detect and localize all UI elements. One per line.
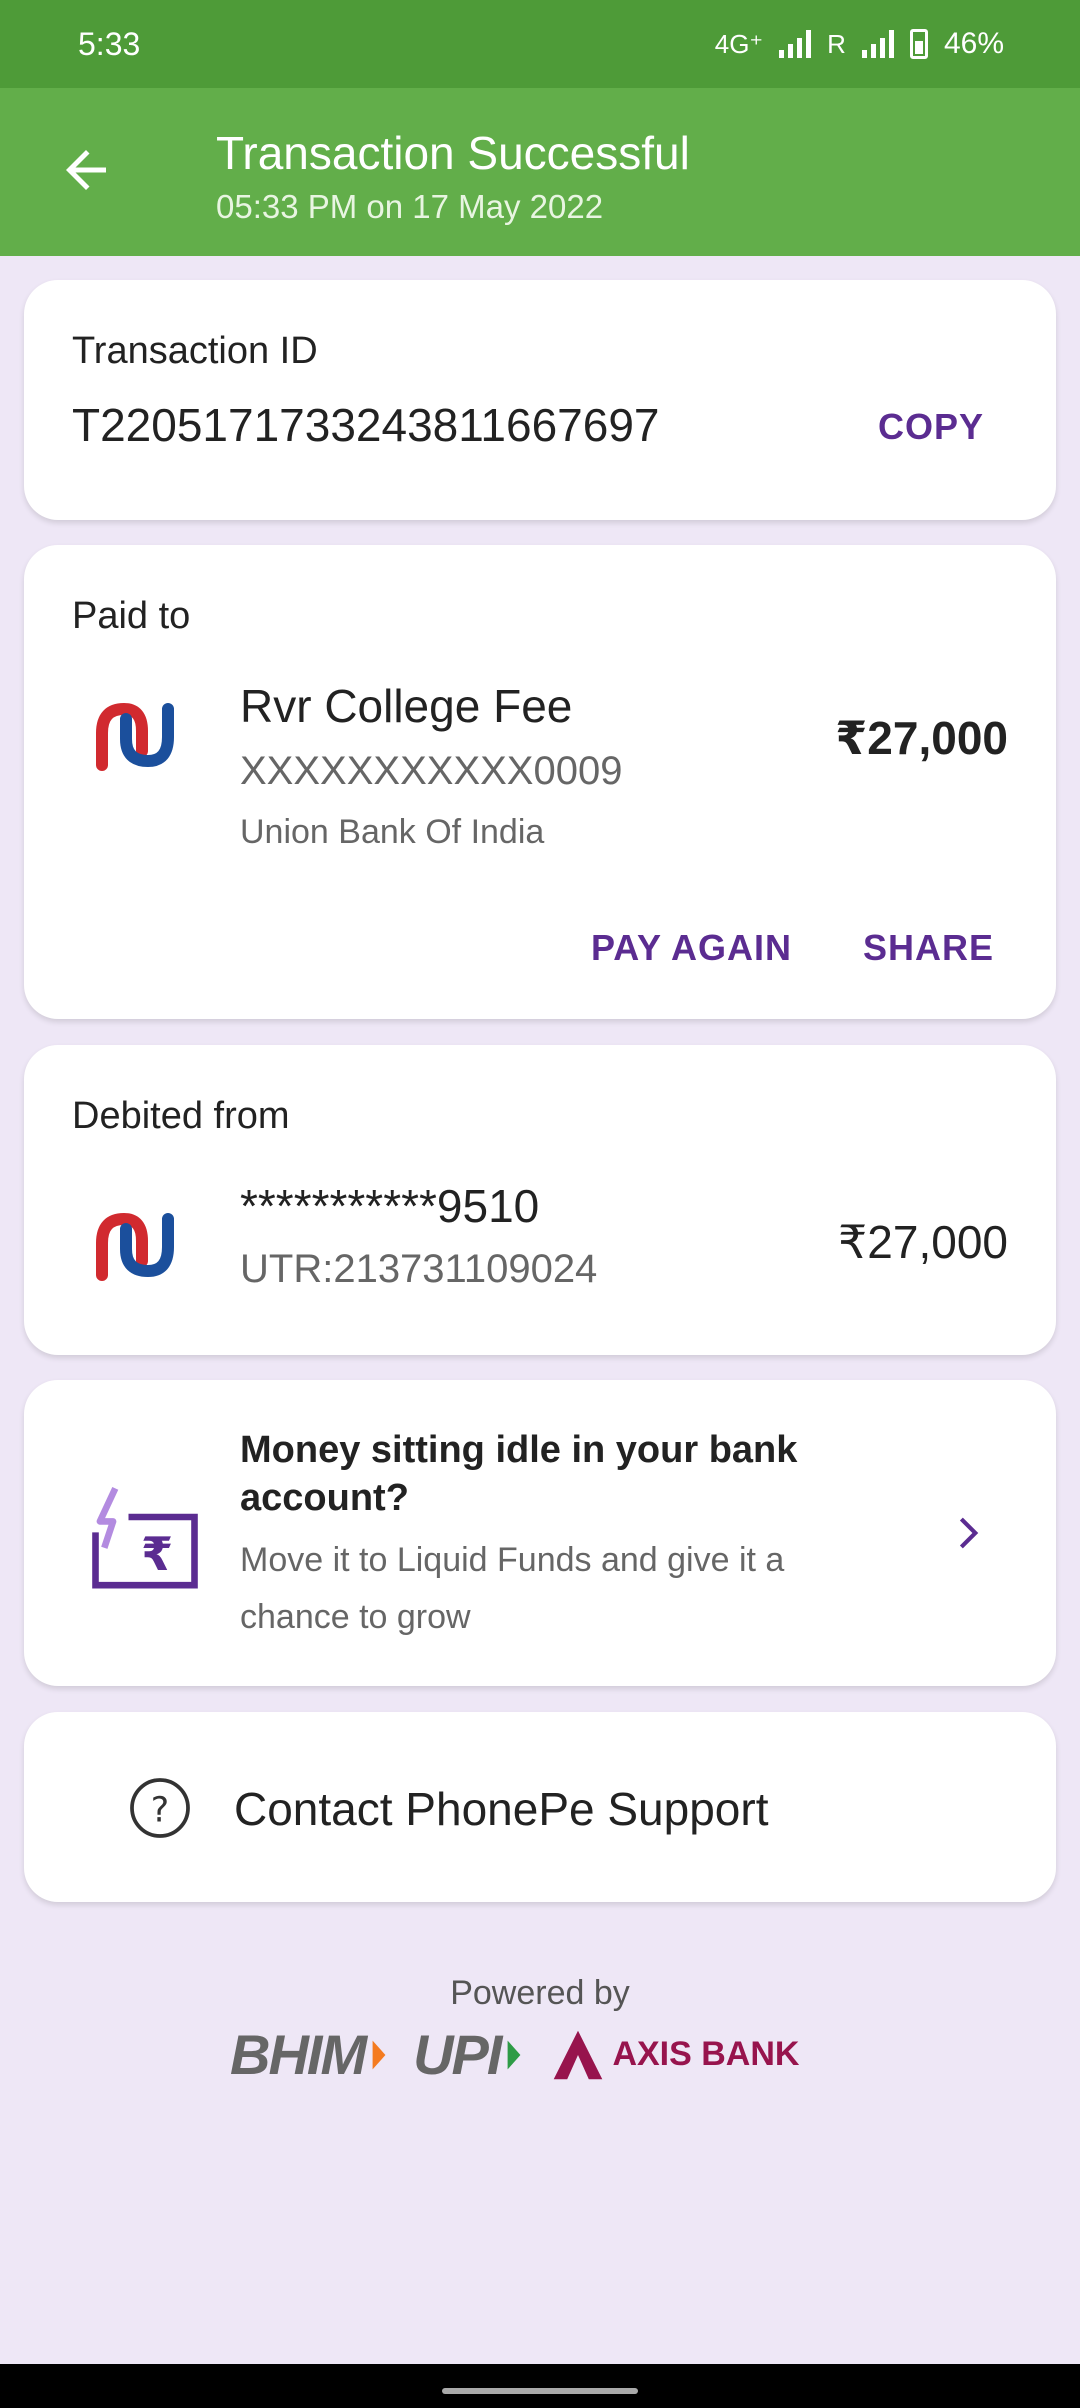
chevron-right-icon[interactable] (942, 1508, 992, 1558)
rupee-wallet-icon: ₹ (92, 1487, 198, 1589)
status-time: 5:33 (78, 25, 141, 62)
back-arrow-icon[interactable] (56, 140, 116, 200)
svg-text:₹: ₹ (141, 1527, 173, 1581)
battery-icon (909, 29, 928, 59)
status-bar: 5:33 4G⁺ R 46% (0, 0, 1080, 88)
transaction-timestamp: 05:33 PM on 17 May 2022 (216, 188, 604, 225)
upi-logo: UPI (413, 2023, 502, 2086)
bhim-logo: BHIM (230, 2023, 367, 2086)
paid-to-card: Paid to Rvr College Fee XXXXXXXXXXX0009 … (24, 545, 1056, 1019)
share-button[interactable]: SHARE (863, 927, 994, 969)
roaming-label: R (827, 28, 846, 59)
signal-icon (779, 30, 812, 58)
promo-text: Move it to Liquid Funds and give it a ch… (240, 1541, 785, 1636)
payment-partner-logos: BHIM UPI AXIS BANK (230, 2022, 799, 2087)
support-label: Contact PhonePe Support (234, 1783, 769, 1835)
pay-again-button[interactable]: PAY AGAIN (591, 927, 792, 969)
union-bank-logo-icon (96, 702, 174, 771)
axis-bank-label: AXIS BANK (612, 2035, 800, 2073)
bhim-arrow-icon (372, 2040, 386, 2069)
transaction-id-card: Transaction ID T2205171733243811667697 C… (24, 280, 1056, 520)
svg-text:?: ? (151, 1790, 169, 1830)
payee-name: Rvr College Fee (240, 680, 573, 732)
utr-number: UTR:213731109024 (240, 1247, 598, 1291)
debited-from-label: Debited from (72, 1095, 290, 1137)
help-circle-icon: ? (130, 1778, 190, 1838)
payee-account: XXXXXXXXXXX0009 (240, 749, 623, 793)
system-nav-bar (0, 2364, 1080, 2408)
transaction-id-value: T2205171733243811667697 (72, 399, 660, 451)
debited-from-card: Debited from ***********9510 UTR:2137311… (24, 1045, 1056, 1355)
promo-title: Money sitting idle in your bank account? (240, 1429, 798, 1519)
page-title: Transaction Successful (216, 127, 690, 179)
powered-by-label: Powered by (450, 1974, 630, 2012)
copy-button[interactable]: COPY (878, 406, 984, 448)
axis-bank-logo: AXIS BANK (548, 2028, 799, 2082)
debited-amount: ₹27,000 (838, 1216, 1008, 1268)
contact-support-button[interactable]: ? Contact PhonePe Support (24, 1712, 1056, 1902)
status-icons: 4G⁺ R 46% (715, 27, 1004, 61)
upi-arrow-icon (508, 2040, 521, 2069)
paid-amount: ₹27,000 (835, 712, 1008, 764)
transaction-id-label: Transaction ID (72, 330, 318, 372)
battery-percent: 46% (943, 27, 1004, 60)
signal-icon-2 (861, 30, 894, 58)
liquid-funds-promo-card[interactable]: ₹ Money sitting idle in your bank accoun… (24, 1380, 1056, 1686)
home-gesture-handle[interactable] (442, 2388, 638, 2394)
debit-account: ***********9510 (240, 1180, 540, 1232)
network-label: 4G⁺ (714, 28, 764, 59)
payee-bank: Union Bank Of India (240, 813, 545, 851)
app-bar: Transaction Successful 05:33 PM on 17 Ma… (0, 88, 1080, 256)
paid-to-label: Paid to (72, 595, 191, 637)
axis-bank-triangle-icon (554, 2030, 603, 2079)
union-bank-logo-icon (96, 1212, 174, 1281)
